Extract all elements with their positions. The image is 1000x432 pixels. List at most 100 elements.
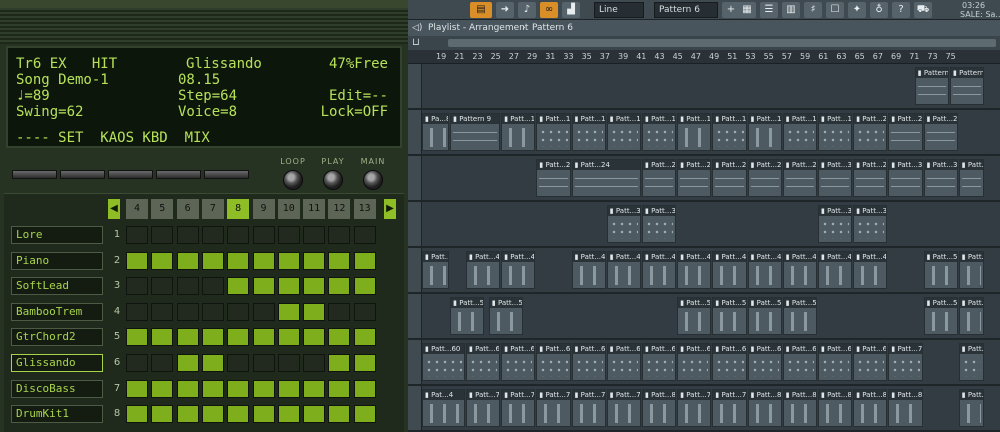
playlist-track[interactable]: ▮ Patt...1▮ Patt...42▮ Patt...42▮ Patt..… <box>408 248 1000 294</box>
step-cell[interactable] <box>303 277 326 296</box>
pattern-clip[interactable]: ▮ Patt...49 <box>853 251 888 289</box>
playlist-track[interactable]: ▮ Patt...23▮ Patt...24▮ Patt...25▮ Patt.… <box>408 156 1000 202</box>
playlist-track[interactable]: ▮ Patt...52▮ Patt...53▮ Patt...54▮ Patt.… <box>408 294 1000 340</box>
pattern-clip[interactable]: ▮ Patt...32 <box>923 159 958 197</box>
step-number[interactable]: 11 <box>303 199 326 219</box>
step-cell[interactable] <box>303 226 326 244</box>
step-cell[interactable] <box>252 251 275 270</box>
speaker-icon[interactable]: ◁) <box>412 20 422 36</box>
step-cell[interactable] <box>176 328 199 347</box>
step-cell[interactable] <box>277 226 300 244</box>
channel-rack-icon[interactable]: ▥ <box>782 2 800 18</box>
step-cell[interactable] <box>353 354 376 372</box>
pattern-clip[interactable]: ▮ Patt...44 <box>606 251 641 289</box>
pattern-clip[interactable]: ▮ Pattern 4 <box>914 67 949 105</box>
pattern-clip[interactable]: ▮ Patt...12 <box>571 113 606 151</box>
stamp-icon[interactable]: ▟ <box>562 2 580 18</box>
pattern-clip[interactable]: ▮ Patt...62 <box>712 343 747 381</box>
step-cell[interactable] <box>126 277 148 296</box>
step-cell[interactable] <box>252 302 275 321</box>
track-header[interactable] <box>408 156 422 200</box>
pattern-clip[interactable]: ▮ Patt...37 <box>818 205 853 243</box>
step-cell[interactable] <box>176 226 199 244</box>
play-knob[interactable] <box>323 170 343 190</box>
pattern-clip[interactable]: ▮ Patt...75 <box>677 389 712 427</box>
pattern-clip[interactable]: ▮ Patt...83 <box>818 389 853 427</box>
loop-knob[interactable] <box>283 170 303 190</box>
track-header[interactable] <box>408 110 422 154</box>
pattern-clip[interactable]: ▮ Patt...83 <box>888 389 923 427</box>
step-page-left-button[interactable]: ◀ <box>108 199 120 219</box>
link-icon[interactable]: ∞ <box>540 2 558 18</box>
step-cell[interactable] <box>176 354 199 372</box>
playlist-icon[interactable]: ▦ <box>738 2 756 18</box>
pattern-clip[interactable]: ▮ Patt...42 <box>466 251 501 289</box>
step-cell[interactable] <box>227 379 250 398</box>
pattern-clip[interactable]: ▮ Patt...81 <box>747 389 782 427</box>
step-cell[interactable] <box>353 302 376 321</box>
step-cell[interactable] <box>201 251 224 270</box>
step-cell[interactable] <box>353 226 376 244</box>
step-cell[interactable] <box>328 405 351 424</box>
instrument-button[interactable]: Glissando <box>11 354 103 372</box>
scroll-thumb[interactable] <box>448 39 996 47</box>
step-cell[interactable] <box>328 328 351 347</box>
pattern-clip[interactable]: ▮ Patt...38 <box>853 205 888 243</box>
step-cell[interactable] <box>277 302 300 321</box>
step-cell[interactable] <box>151 251 174 270</box>
step-number[interactable]: 6 <box>176 199 199 219</box>
step-cell[interactable] <box>227 251 250 270</box>
pattern-clip[interactable]: ▮ Patt...18 <box>782 113 817 151</box>
mixer-icon[interactable]: ♯ <box>804 2 822 18</box>
pattern-clip[interactable]: ▮ Patt...58 <box>958 297 985 335</box>
instrument-button[interactable]: Piano <box>11 251 103 270</box>
step-cell[interactable] <box>252 277 275 296</box>
pattern-clip[interactable]: ▮ Patt...76 <box>501 389 536 427</box>
pattern-clip[interactable]: ▮ Patt...33 <box>958 159 985 197</box>
step-cell[interactable] <box>303 405 326 424</box>
pattern-clip[interactable]: ▮ Patt...51 <box>958 251 985 289</box>
step-cell[interactable] <box>328 251 351 270</box>
pattern-clip[interactable]: ▮ Patt...70 <box>888 343 923 381</box>
step-cell[interactable] <box>201 405 224 424</box>
step-cell[interactable] <box>252 226 275 244</box>
track-header[interactable] <box>408 294 422 338</box>
pattern-clip[interactable]: ▮ Patt...45 <box>642 251 677 289</box>
track-header[interactable] <box>408 340 422 384</box>
step-cell[interactable] <box>328 226 351 244</box>
playlist-track[interactable]: ▮ Pa...8▮ Pattern 9▮ Patt...10▮ Patt...1… <box>408 110 1000 156</box>
step-cell[interactable] <box>252 379 275 398</box>
step-cell[interactable] <box>151 405 174 424</box>
main-knob[interactable] <box>363 170 383 190</box>
step-number[interactable]: 4 <box>126 199 148 219</box>
track-header[interactable] <box>408 64 422 108</box>
instrument-button[interactable]: Lore <box>11 226 103 244</box>
step-cell[interactable] <box>303 354 326 372</box>
instrument-button[interactable]: DiscoBass <box>11 379 103 398</box>
step-cell[interactable] <box>277 405 300 424</box>
pattern-clip[interactable]: ▮ Patt...35 <box>606 205 641 243</box>
pattern-clip[interactable]: ▮ Patt...19 <box>818 113 853 151</box>
snap-icon[interactable]: ⊔ <box>412 37 420 48</box>
playlist-track[interactable]: ▮ Patt...60▮ Patt...61▮ Patt...62▮ Patt.… <box>408 340 1000 386</box>
step-cell[interactable] <box>151 226 174 244</box>
help-icon[interactable]: ? <box>892 2 910 18</box>
pattern-clip[interactable]: ▮ Patt...29 <box>782 159 817 197</box>
step-cell[interactable] <box>303 251 326 270</box>
horizontal-scrollbar[interactable]: ⊔ <box>408 36 1000 50</box>
step-cell[interactable] <box>227 405 250 424</box>
step-number[interactable]: 13 <box>353 199 376 219</box>
pattern-clip[interactable]: ▮ Patt...47 <box>747 251 782 289</box>
pattern-clip[interactable]: ▮ Patt...60 <box>422 343 465 381</box>
step-cell[interactable] <box>126 226 148 244</box>
pattern-clip[interactable]: ▮ Patt...80 <box>642 389 677 427</box>
step-cell[interactable] <box>227 328 250 347</box>
pattern-clip[interactable]: ▮ Patt...64 <box>571 343 606 381</box>
pattern-clip[interactable]: ▮ Patt...23 <box>536 159 571 197</box>
pattern-clip[interactable]: ▮ Pa...8 <box>422 113 450 151</box>
pattern-clip[interactable]: ▮ Patt...47 <box>782 251 817 289</box>
lcd-menu[interactable]: ---- SET KAOS KBD MIX <box>16 130 210 146</box>
step-cell[interactable] <box>126 354 148 372</box>
step-cell[interactable] <box>126 328 148 347</box>
pattern-clip[interactable]: ▮ Patt...66 <box>642 343 677 381</box>
